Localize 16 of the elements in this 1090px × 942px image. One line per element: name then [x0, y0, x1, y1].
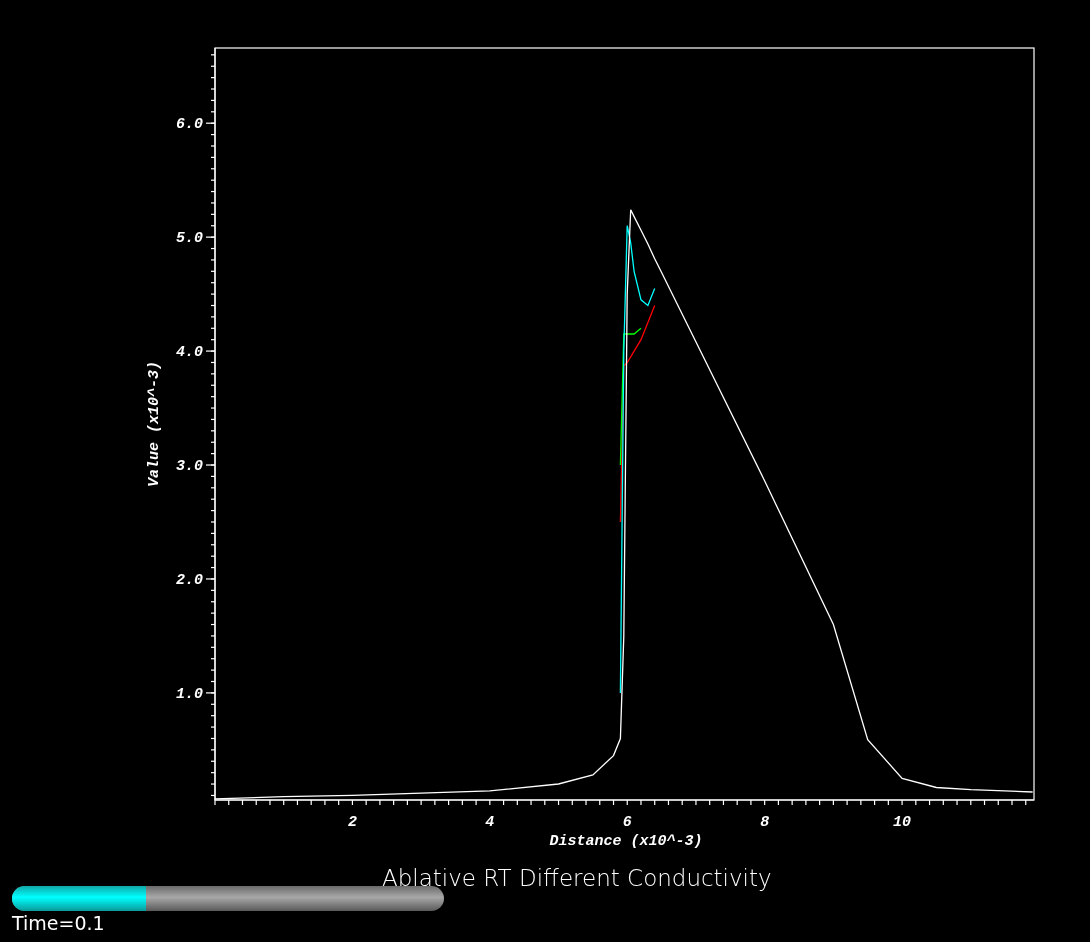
y-tick-label: 1.0 — [176, 685, 203, 703]
y-tick-label: 2.0 — [176, 571, 203, 589]
x-tick-label: 2 — [347, 814, 357, 831]
x-axis-title: Distance (x10^-3) — [549, 833, 703, 850]
y-tick-label: 4.0 — [176, 344, 203, 362]
plot-title: Ablative RT Different Conductivity — [382, 865, 772, 891]
time-slider[interactable] — [12, 886, 444, 911]
x-tick-label: 8 — [760, 814, 770, 831]
time-label: Time=0.1 — [12, 911, 106, 935]
x-tick-label: 4 — [485, 814, 495, 831]
y-tick-label: 5.0 — [176, 230, 203, 248]
x-tick-label: 6 — [622, 814, 632, 831]
y-tick-label: 6.0 — [176, 116, 203, 134]
x-tick-label: 10 — [893, 814, 912, 831]
y-tick-label: 3.0 — [176, 458, 203, 475]
y-axis-title: Value (x10^-3) — [146, 361, 163, 487]
